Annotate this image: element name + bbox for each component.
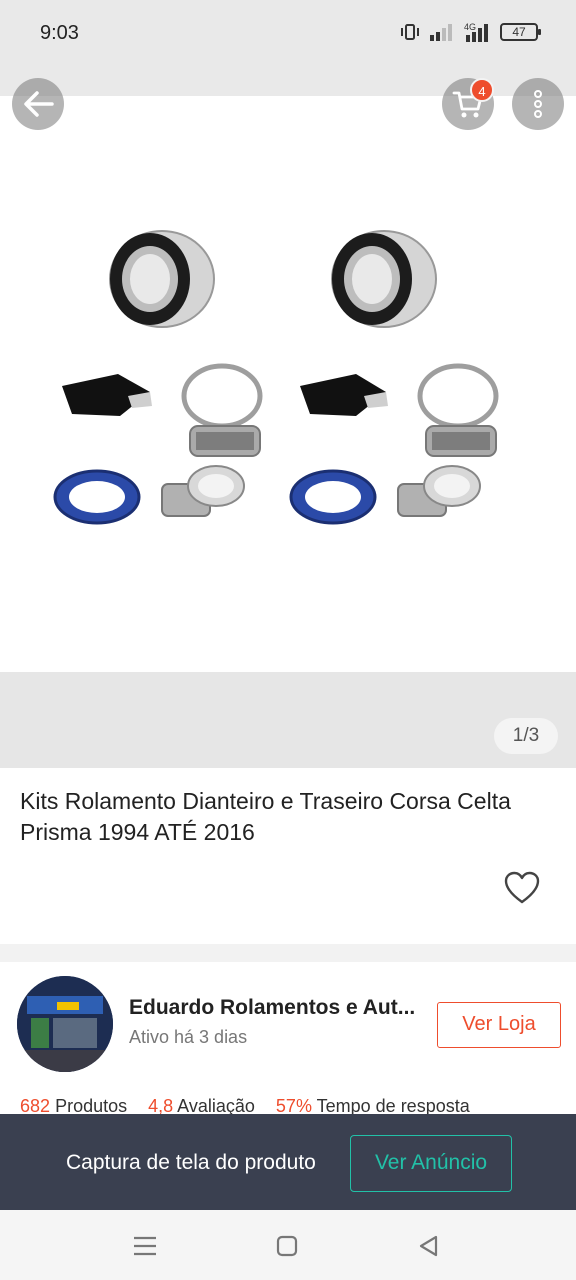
seller-active-status: Ativo há 3 dias [129,1027,248,1047]
bearing-kit-illustration [53,230,499,525]
status-icons: 4G 47 [400,22,541,42]
arrow-left-icon [24,91,54,117]
signal-4g-icon: 4G [464,22,488,42]
recent-apps-button[interactable] [131,1232,159,1260]
square-icon [276,1235,298,1257]
stat-products: 682 Produtos [20,1096,128,1116]
favorite-button[interactable] [504,871,540,905]
back-button[interactable] [12,78,64,130]
stat-rating: 4,8 Avaliação [148,1096,255,1116]
view-listing-button[interactable]: Ver Anúncio [350,1135,512,1192]
menu-icon [134,1236,156,1256]
seller-avatar[interactable] [17,976,113,1072]
svg-text:4G: 4G [464,22,476,32]
vibrate-icon [401,24,419,40]
seller-section: Eduardo Rolamentos e Aut... Ativo há 3 d… [0,962,576,1116]
shop-front-icon [17,976,113,1072]
more-options-button[interactable] [512,78,564,130]
home-button[interactable] [273,1232,301,1260]
product-image[interactable] [0,96,576,672]
back-nav-button[interactable] [415,1232,443,1260]
battery-indicator: 47 [500,23,541,41]
triangle-back-icon [419,1235,438,1257]
seller-name[interactable]: Eduardo Rolamentos e Aut... [129,996,419,1020]
product-screen: 9:03 4G 47 1/3 4 Kits Rolamento Dianteir… [0,0,576,1280]
heart-icon [504,871,540,904]
system-nav-bar [0,1210,576,1280]
signal-icon [430,24,452,41]
stat-response-time: 57% Tempo de resposta [275,1096,470,1116]
view-shop-button[interactable]: Ver Loja [437,1002,561,1048]
product-title-section: Kits Rolamento Dianteiro e Traseiro Cors… [0,768,576,944]
cart-count-badge: 4 [470,78,494,102]
section-divider [0,944,576,962]
product-title: Kits Rolamento Dianteiro e Traseiro Cors… [20,788,511,845]
image-pager: 1/3 [494,718,558,754]
capture-bar: Captura de tela do produto Ver Anúncio [0,1114,576,1210]
image-gallery-footer [0,672,576,768]
more-vertical-icon [534,90,542,118]
capture-text: Captura de tela do produto [66,1151,316,1174]
status-time: 9:03 [40,22,79,44]
